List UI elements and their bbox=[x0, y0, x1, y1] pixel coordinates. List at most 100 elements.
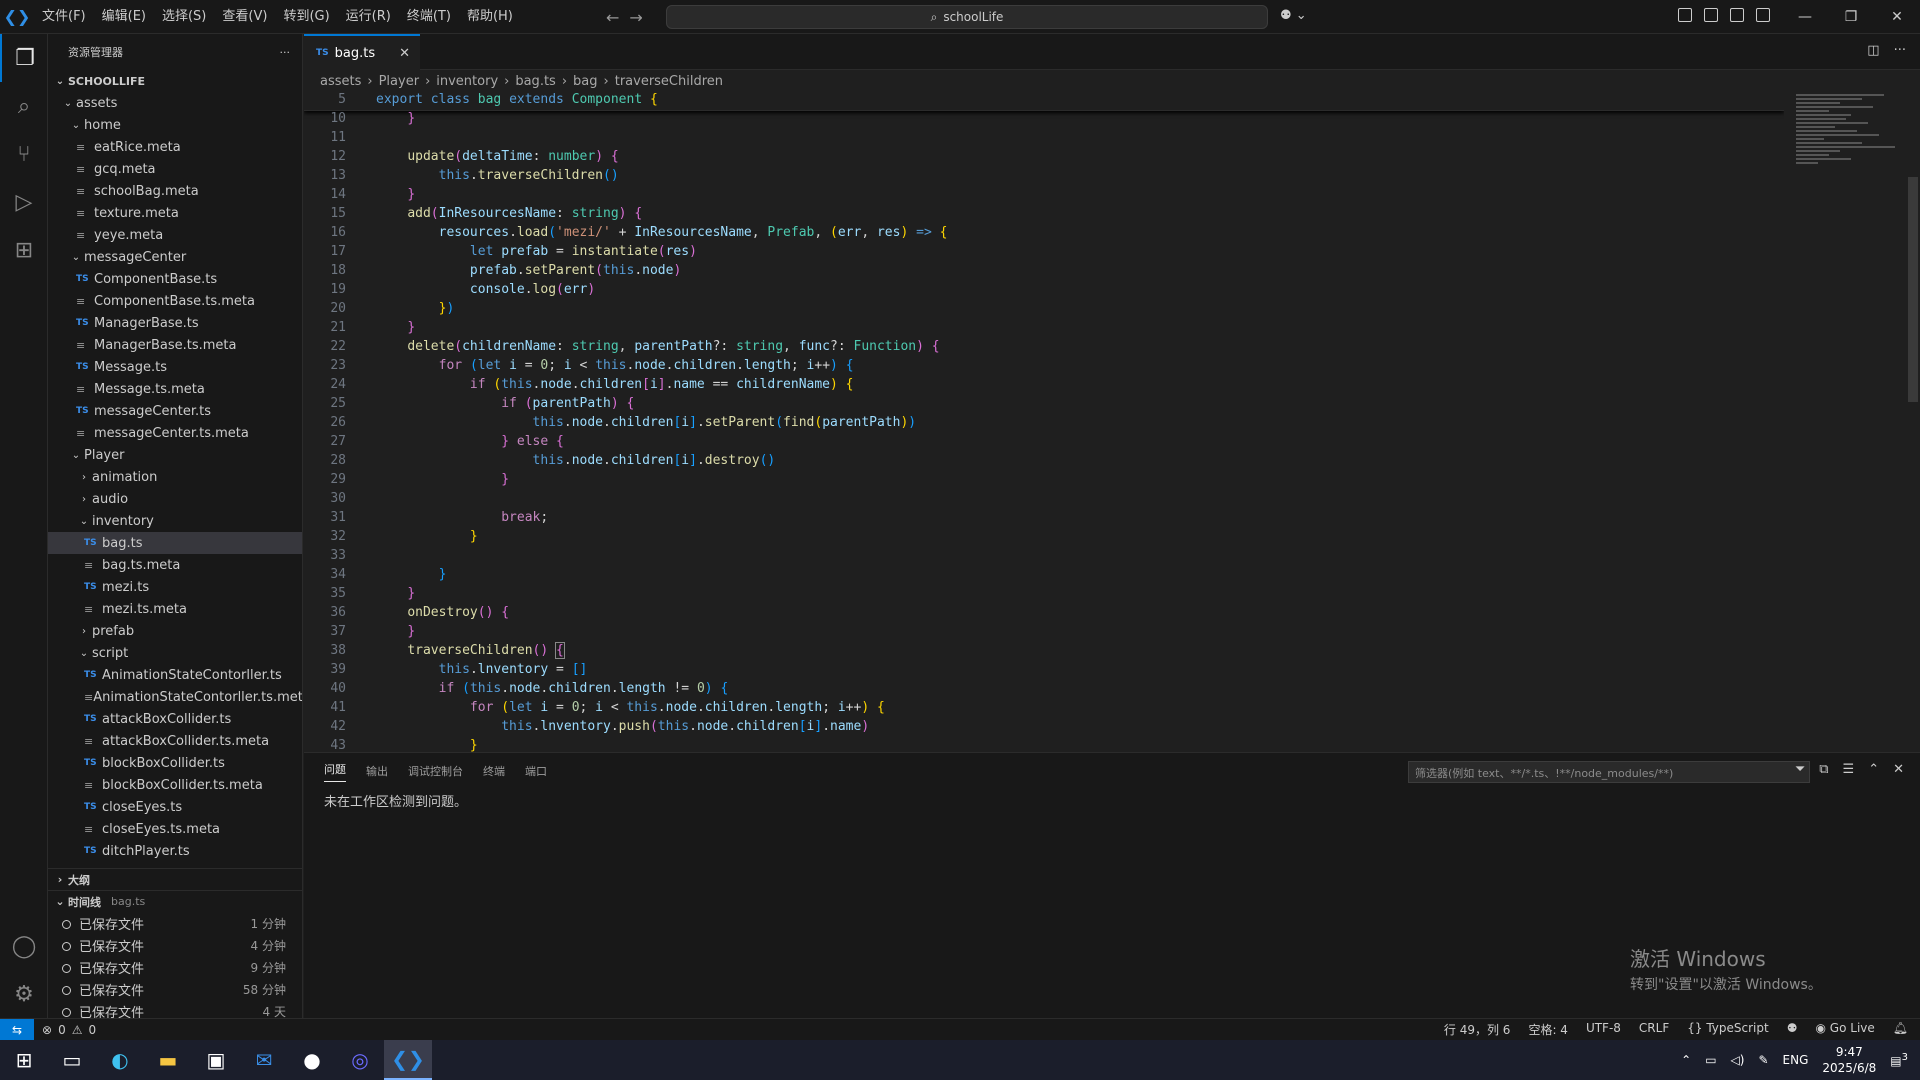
problems-filter-input[interactable]: 筛选器(例如 text、**/*.ts、!**/node_modules/**) bbox=[1408, 761, 1810, 783]
code-line[interactable]: 13 this.traverseChildren() bbox=[304, 168, 1784, 187]
more-actions-icon[interactable]: ··· bbox=[280, 46, 291, 59]
store-icon[interactable]: ▣ bbox=[192, 1040, 240, 1080]
code-line[interactable]: 31 break; bbox=[304, 510, 1784, 529]
tree-folder[interactable]: ⌄ assets bbox=[48, 92, 302, 114]
timeline-section[interactable]: ⌄ 时间线 bag.ts bbox=[48, 890, 302, 912]
sticky-scroll-line[interactable]: 5 export class bag extends Component { bbox=[304, 92, 1784, 111]
code-line[interactable]: 29 } bbox=[304, 472, 1784, 491]
timeline-item[interactable]: 已保存文件 4 分钟 bbox=[48, 934, 302, 956]
code-line[interactable]: 28 this.node.children[i].destroy() bbox=[304, 453, 1784, 472]
tree-file[interactable]: ≡ ManagerBase.ts.meta bbox=[48, 334, 302, 356]
code-line[interactable]: 32 } bbox=[304, 529, 1784, 548]
source-control-icon[interactable]: ⑂ bbox=[0, 130, 48, 178]
code-line[interactable]: 22 delete(childrenName: string, parentPa… bbox=[304, 339, 1784, 358]
timeline-item[interactable]: 已保存文件 4 天 bbox=[48, 1000, 302, 1018]
tree-file[interactable]: TS messageCenter.ts bbox=[48, 400, 302, 422]
toggle-panel-icon[interactable] bbox=[1730, 8, 1744, 22]
restore-icon[interactable]: ❐ bbox=[1828, 0, 1874, 34]
tree-folder[interactable]: ⌄ home bbox=[48, 114, 302, 136]
remote-icon[interactable]: ⇆ bbox=[0, 1018, 34, 1041]
timeline-item[interactable]: 已保存文件 1 分钟 bbox=[48, 912, 302, 934]
tree-folder[interactable]: ⌄ Player bbox=[48, 444, 302, 466]
mail-icon[interactable]: ✉ bbox=[240, 1040, 288, 1080]
minimap[interactable] bbox=[1796, 92, 1906, 232]
code-line[interactable]: 40 if (this.node.children.length != 0) { bbox=[304, 681, 1784, 700]
tree-file[interactable]: ≡ gcq.meta bbox=[48, 158, 302, 180]
tree-file[interactable]: ≡ blockBoxCollider.ts.meta bbox=[48, 774, 302, 796]
close-window-icon[interactable]: ✕ bbox=[1874, 0, 1920, 34]
extensions-icon[interactable]: ⊞ bbox=[0, 226, 48, 274]
tree-file[interactable]: TS blockBoxCollider.ts bbox=[48, 752, 302, 774]
code-line[interactable]: 12 update(deltaTime: number) { bbox=[304, 149, 1784, 168]
timeline-item[interactable]: 已保存文件 9 分钟 bbox=[48, 956, 302, 978]
run-debug-icon[interactable]: ▷ bbox=[0, 178, 48, 226]
breadcrumb-item[interactable]: bag.ts bbox=[515, 74, 555, 89]
code-line[interactable]: 41 for (let i = 0; i < this.node.childre… bbox=[304, 700, 1784, 719]
tree-folder[interactable]: › animation bbox=[48, 466, 302, 488]
app-icon-blue-circle[interactable]: ◎ bbox=[336, 1040, 384, 1080]
edge-browser-icon[interactable]: ◐ bbox=[96, 1040, 144, 1080]
notifications-bell-icon[interactable]: 🔔︎ bbox=[1893, 1021, 1908, 1038]
volume-icon[interactable]: ◁) bbox=[1731, 1053, 1745, 1067]
code-line[interactable]: 36 onDestroy() { bbox=[304, 605, 1784, 624]
code-line[interactable]: 16 resources.load('mezi/' + InResourcesN… bbox=[304, 225, 1784, 244]
tree-file[interactable]: TS mezi.ts bbox=[48, 576, 302, 598]
panel-tab[interactable]: 调试控制台 bbox=[408, 763, 463, 779]
code-line[interactable]: 25 if (parentPath) { bbox=[304, 396, 1784, 415]
code-line[interactable]: 35 } bbox=[304, 586, 1784, 605]
tree-file[interactable]: TS ManagerBase.ts bbox=[48, 312, 302, 334]
code-line[interactable]: 23 for (let i = 0; i < this.node.childre… bbox=[304, 358, 1784, 377]
tree-folder[interactable]: ⌄ inventory bbox=[48, 510, 302, 532]
tree-file[interactable]: TS bag.ts bbox=[48, 532, 302, 554]
panel-tab[interactable]: 问题 bbox=[324, 761, 346, 782]
tree-folder[interactable]: › prefab bbox=[48, 620, 302, 642]
code-line[interactable]: 39 this.lnventory = [] bbox=[304, 662, 1784, 681]
code-line[interactable]: 38 traverseChildren() { bbox=[304, 642, 1784, 662]
menu-item[interactable]: 终端(T) bbox=[399, 0, 459, 34]
code-line[interactable]: 21 } bbox=[304, 320, 1784, 339]
task-view-icon[interactable]: ▭ bbox=[48, 1040, 96, 1080]
line-ending[interactable]: CRLF bbox=[1639, 1021, 1669, 1038]
tree-file[interactable]: ≡ texture.meta bbox=[48, 202, 302, 224]
language-mode[interactable]: {} TypeScript bbox=[1687, 1021, 1768, 1038]
tab-bag-ts[interactable]: TS bag.ts ✕ bbox=[304, 34, 420, 70]
language-indicator[interactable]: ENG bbox=[1783, 1053, 1809, 1067]
menu-item[interactable]: 运行(R) bbox=[338, 0, 399, 34]
app-icon-white-circle[interactable]: ● bbox=[288, 1040, 336, 1080]
tree-file[interactable]: ≡ mezi.ts.meta bbox=[48, 598, 302, 620]
panel-tab[interactable]: 输出 bbox=[366, 763, 388, 779]
back-arrow-icon[interactable]: ← bbox=[606, 8, 619, 27]
menu-item[interactable]: 编辑(E) bbox=[94, 0, 154, 34]
code-line[interactable]: 27 } else { bbox=[304, 434, 1784, 453]
code-line[interactable]: 17 let prefab = instantiate(res) bbox=[304, 244, 1784, 263]
close-tab-icon[interactable]: ✕ bbox=[399, 46, 410, 61]
explorer-icon[interactable]: ❐ bbox=[0, 34, 48, 82]
panel-tab[interactable]: 端口 bbox=[525, 763, 547, 779]
menu-item[interactable]: 转到(G) bbox=[275, 0, 337, 34]
tree-file[interactable]: TS Message.ts bbox=[48, 356, 302, 378]
tree-file[interactable]: TS closeEyes.ts bbox=[48, 796, 302, 818]
workspace-root[interactable]: ⌄ SCHOOLLIFE bbox=[48, 70, 302, 92]
code-line[interactable]: 42 this.lnventory.push(this.node.childre… bbox=[304, 719, 1784, 738]
collapse-all-icon[interactable]: ⧉ bbox=[1819, 762, 1828, 777]
toggle-secondary-sidebar-icon[interactable] bbox=[1756, 8, 1770, 22]
clock[interactable]: 9:47 2025/6/8 bbox=[1822, 1044, 1876, 1076]
code-line[interactable]: 11 bbox=[304, 130, 1784, 149]
breadcrumb-item[interactable]: assets bbox=[320, 74, 361, 89]
vscode-taskbar-icon[interactable]: ❮❯ bbox=[384, 1040, 432, 1080]
toggle-sidebar-icon[interactable] bbox=[1704, 8, 1718, 22]
tree-file[interactable]: ≡ AnimationStateContorller.ts.meta bbox=[48, 686, 302, 708]
tree-file[interactable]: TS ditchPlayer.ts bbox=[48, 840, 302, 862]
tree-file[interactable]: ≡ eatRice.meta bbox=[48, 136, 302, 158]
code-line[interactable]: 43 } bbox=[304, 738, 1784, 752]
tree-file[interactable]: TS AnimationStateContorller.ts bbox=[48, 664, 302, 686]
copilot-icon[interactable]: ⚉ ⌄ bbox=[1280, 8, 1307, 23]
cursor-position[interactable]: 行 49，列 6 bbox=[1444, 1021, 1511, 1038]
code-view[interactable]: 5 export class bag extends Component {10 … bbox=[304, 92, 1784, 752]
notification-center-icon[interactable]: ▤3 bbox=[1890, 1052, 1908, 1068]
search-view-icon[interactable]: ⌕ bbox=[0, 82, 48, 130]
maximize-panel-icon[interactable]: ⌃ bbox=[1868, 762, 1879, 777]
tree-file[interactable]: ≡ ComponentBase.ts.meta bbox=[48, 290, 302, 312]
code-line[interactable]: 19 console.log(err) bbox=[304, 282, 1784, 301]
menu-item[interactable]: 文件(F) bbox=[34, 0, 94, 34]
